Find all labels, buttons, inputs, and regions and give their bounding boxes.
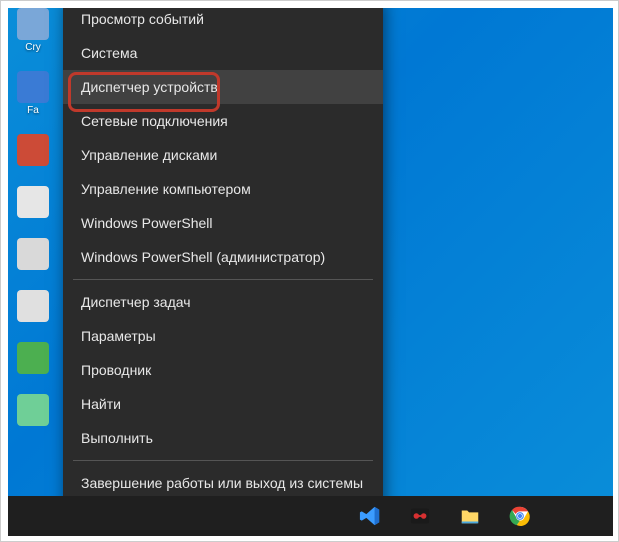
desktop-icon[interactable] [14, 394, 52, 428]
app-red-icon [409, 505, 431, 527]
taskbar-app-file-explorer[interactable] [448, 496, 492, 536]
menu-separator [73, 279, 373, 280]
menu-item-task-manager[interactable]: Диспетчер задач [63, 285, 383, 319]
menu-item-powershell[interactable]: Windows PowerShell [63, 206, 383, 240]
desktop-icon[interactable]: Cry [14, 8, 52, 53]
menu-item-powershell-admin[interactable]: Windows PowerShell (администратор) [63, 240, 383, 274]
app-icon [17, 238, 49, 270]
app-icon [17, 8, 49, 40]
app-icon [17, 71, 49, 103]
screenshot-frame: Cry Fa Просмотр событий Система Диспетче… [0, 0, 619, 542]
desktop-icon[interactable] [14, 134, 52, 168]
desktop-icon[interactable]: Fa [14, 71, 52, 116]
desktop-icon-label: Cry [14, 42, 52, 53]
app-icon [17, 290, 49, 322]
taskbar-app-vscode[interactable] [348, 496, 392, 536]
winx-context-menu: Просмотр событий Система Диспетчер устро… [63, 8, 383, 536]
menu-item-system[interactable]: Система [63, 36, 383, 70]
menu-item-event-viewer[interactable]: Просмотр событий [63, 8, 383, 36]
menu-separator [73, 460, 373, 461]
chrome-icon [509, 505, 531, 527]
folder-icon [459, 505, 481, 527]
taskbar-app-chrome[interactable] [498, 496, 542, 536]
desktop-icons-column: Cry Fa [14, 8, 56, 446]
menu-item-device-manager[interactable]: Диспетчер устройств [63, 70, 383, 104]
menu-item-file-explorer[interactable]: Проводник [63, 353, 383, 387]
menu-item-network-connections[interactable]: Сетевые подключения [63, 104, 383, 138]
menu-item-search[interactable]: Найти [63, 387, 383, 421]
desktop-icon[interactable] [14, 186, 52, 220]
menu-item-settings[interactable]: Параметры [63, 319, 383, 353]
menu-item-computer-management[interactable]: Управление компьютером [63, 172, 383, 206]
desktop-icon[interactable] [14, 342, 52, 376]
menu-item-shutdown-signout[interactable]: Завершение работы или выход из системы [63, 466, 383, 500]
desktop-icon[interactable] [14, 238, 52, 272]
taskbar-app-generic[interactable] [398, 496, 442, 536]
desktop-icon-label: Fa [14, 105, 52, 116]
menu-item-run[interactable]: Выполнить [63, 421, 383, 455]
vscode-icon [359, 505, 381, 527]
menu-item-disk-management[interactable]: Управление дисками [63, 138, 383, 172]
app-icon [17, 342, 49, 374]
taskbar[interactable] [8, 496, 613, 536]
desktop-icon[interactable] [14, 290, 52, 324]
desktop[interactable]: Cry Fa Просмотр событий Система Диспетче… [8, 8, 613, 536]
app-icon [17, 134, 49, 166]
app-icon [17, 394, 49, 426]
app-icon [17, 186, 49, 218]
